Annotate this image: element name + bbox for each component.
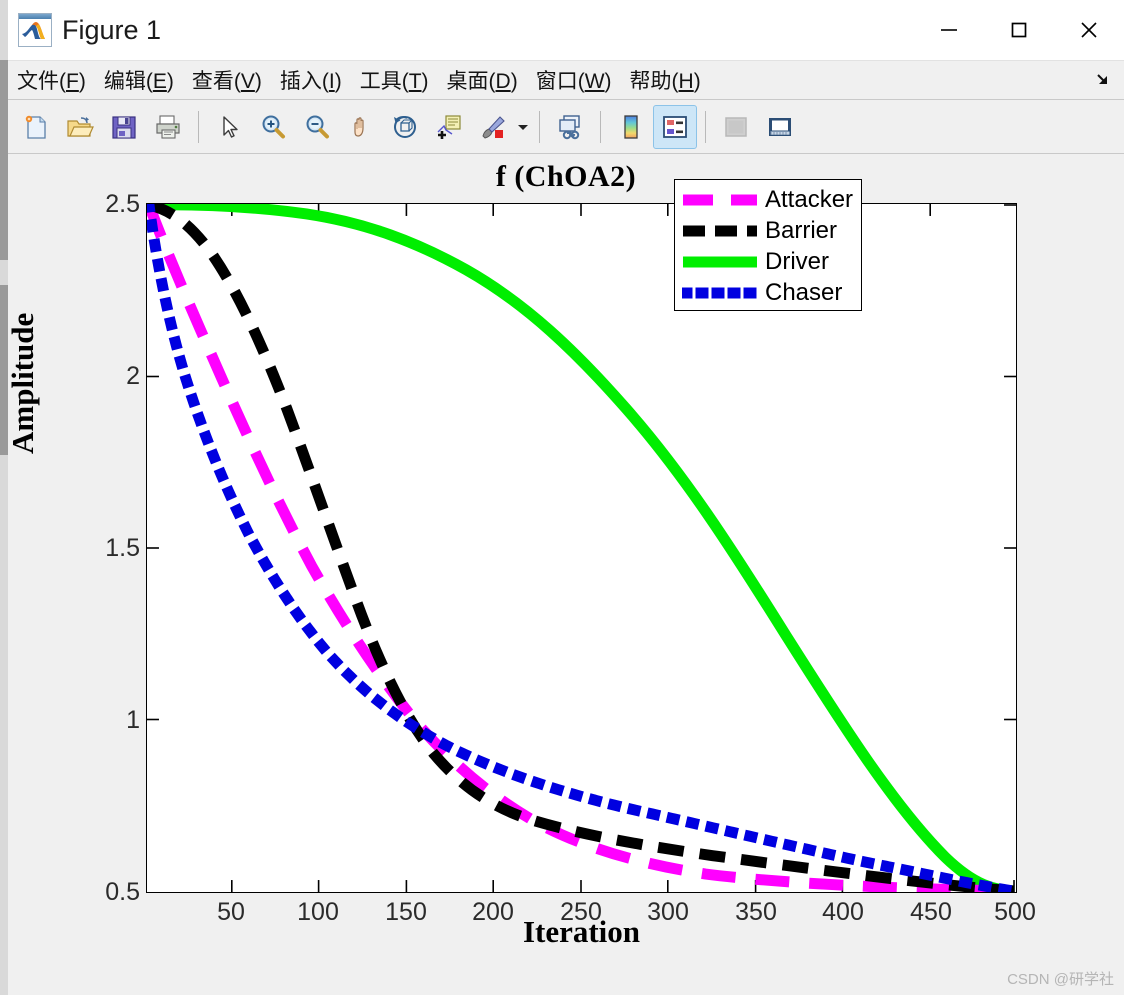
y-tick-2.5: 2.5	[105, 190, 140, 218]
series-driver	[148, 204, 1015, 892]
y-tick-2: 2	[126, 362, 140, 390]
print-figure-button[interactable]	[146, 105, 190, 149]
plot-svg	[147, 204, 1016, 892]
menu-item-desktop[interactable]: 桌面(D)	[438, 65, 527, 95]
window-title: Figure 1	[62, 14, 162, 45]
legend-swatch-attacker	[682, 188, 758, 212]
data-cursor-button[interactable]	[427, 105, 471, 149]
data-cursor-icon	[437, 114, 461, 139]
pan-button[interactable]	[339, 105, 383, 149]
legend-icon	[663, 115, 687, 138]
plot-area[interactable]	[146, 203, 1017, 893]
link-data-icon	[559, 114, 580, 139]
figure-toolbar	[8, 100, 1124, 154]
menu-bar: 文件(F) 编辑(E) 查看(V) 插入(I) 工具(T) 桌面(D) 窗口(W…	[8, 60, 1124, 100]
figure-palette-button[interactable]	[758, 105, 802, 149]
brush-dropdown-button[interactable]	[515, 122, 531, 132]
legend-label-driver: Driver	[765, 247, 829, 275]
legend-label-barrier: Barrier	[765, 216, 838, 244]
figure-canvas: f (ChOA2) Amplitude 2.5 2 1.5 1 0.5 Atta…	[8, 154, 1124, 995]
rotate-3d-icon	[394, 115, 416, 138]
new-figure-icon	[25, 115, 46, 139]
legend-item-driver[interactable]: Driver	[675, 246, 861, 277]
menu-item-edit[interactable]: 编辑(E)	[95, 65, 183, 95]
legend-item-chaser[interactable]: Chaser	[675, 277, 861, 308]
undock-arrow-icon	[1097, 74, 1107, 84]
save-figure-icon	[112, 115, 136, 139]
zoom-out-button[interactable]	[295, 105, 339, 149]
pan-hand-icon	[354, 116, 364, 137]
y-tick-1.5: 1.5	[105, 534, 140, 562]
zoom-in-button[interactable]	[251, 105, 295, 149]
colorbar-button[interactable]	[609, 105, 653, 149]
y-tick-1: 1	[126, 706, 140, 734]
save-figure-button[interactable]	[102, 105, 146, 149]
watermark: CSDN @研学社	[1007, 971, 1114, 988]
maximize-button[interactable]	[984, 0, 1054, 60]
brush-dropdown-icon	[518, 124, 528, 130]
menu-item-help[interactable]: 帮助(H)	[621, 65, 710, 95]
title-bar: Figure 1	[8, 0, 1124, 60]
zoom-out-icon	[306, 115, 329, 138]
colorbar-icon	[624, 114, 638, 139]
close-button[interactable]	[1054, 0, 1124, 60]
open-file-icon	[67, 116, 94, 137]
zoom-in-icon	[262, 115, 285, 138]
y-tick-labels: 2.5 2 1.5 1 0.5	[58, 154, 140, 995]
plot-browser-icon	[725, 116, 747, 137]
menu-item-tools[interactable]: 工具(T)	[351, 65, 438, 95]
brush-icon	[482, 115, 505, 139]
legend-item-attacker[interactable]: Attacker	[675, 184, 861, 215]
legend-swatch-driver	[682, 250, 758, 274]
chart-title: f (ChOA2)	[495, 160, 637, 193]
menu-item-file[interactable]: 文件(F)	[8, 65, 95, 95]
matlab-figure-window: Figure 1 文件(F) 编辑(E) 查看(V) 插入(I) 工具(T) 桌…	[0, 0, 1124, 995]
chart-legend[interactable]: Attacker Barrier Driver Chaser	[674, 179, 862, 311]
figure-palette-icon	[769, 117, 791, 136]
y-axis-ticks	[147, 204, 1016, 721]
close-icon	[1081, 22, 1097, 38]
toolbar-separator	[600, 110, 601, 143]
y-axis-label: Amplitude	[8, 312, 40, 454]
minimize-icon	[941, 29, 957, 31]
print-figure-icon	[156, 114, 180, 139]
menu-item-view[interactable]: 查看(V)	[183, 65, 271, 95]
undock-button[interactable]	[1094, 71, 1112, 89]
toolbar-separator	[705, 110, 706, 143]
legend-button[interactable]	[653, 104, 697, 149]
brush-button[interactable]	[471, 105, 515, 149]
legend-label-chaser: Chaser	[765, 278, 843, 306]
toolbar-separator	[198, 110, 199, 143]
y-tick-0.5: 0.5	[105, 878, 140, 906]
legend-label-attacker: Attacker	[765, 185, 854, 213]
window-controls	[914, 0, 1124, 60]
minimize-button[interactable]	[914, 0, 984, 60]
legend-swatch-chaser	[682, 281, 758, 305]
link-data-button[interactable]	[548, 105, 592, 149]
matlab-membrane-icon	[18, 13, 52, 47]
rotate-3d-button[interactable]	[383, 105, 427, 149]
open-file-button[interactable]	[58, 105, 102, 149]
window-left-edge	[0, 0, 8, 995]
pointer-icon	[223, 115, 238, 138]
new-figure-button[interactable]	[14, 105, 58, 149]
pointer-button[interactable]	[207, 105, 251, 149]
toolbar-separator	[539, 110, 540, 143]
legend-item-barrier[interactable]: Barrier	[675, 215, 861, 246]
legend-swatch-barrier	[682, 219, 758, 243]
menu-item-window[interactable]: 窗口(W)	[527, 65, 621, 95]
x-axis-label: Iteration	[522, 914, 641, 949]
menu-item-insert[interactable]: 插入(I)	[271, 65, 351, 95]
x-axis-ticks	[231, 204, 1015, 892]
plot-browser-button[interactable]	[714, 105, 758, 149]
maximize-icon	[1011, 22, 1027, 38]
